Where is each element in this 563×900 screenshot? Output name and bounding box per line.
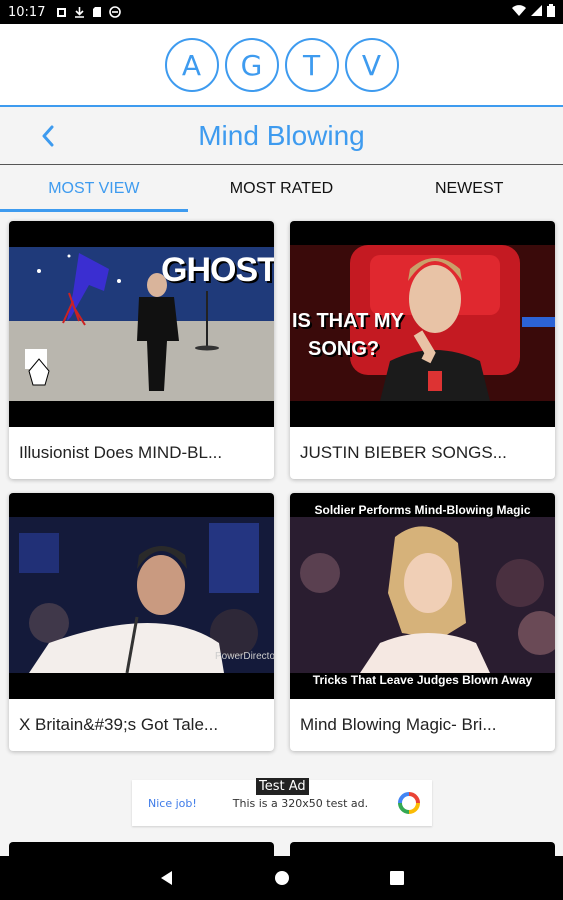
- logo-letter-v: V: [344, 38, 399, 92]
- ad-label: Test Ad: [256, 778, 309, 795]
- tab-bar: MOST VIEW MOST RATED NEWEST: [0, 166, 563, 212]
- ad-banner[interactable]: Nice job! This is a 320x50 test ad. Test…: [132, 778, 432, 826]
- tab-newest[interactable]: NEWEST: [375, 166, 563, 212]
- tab-most-view[interactable]: MOST VIEW: [0, 166, 188, 212]
- video-title[interactable]: JUSTIN BIEBER SONGS...: [290, 427, 555, 479]
- status-time: 10:17: [8, 4, 46, 20]
- video-thumbnail[interactable]: PowerDirector: [9, 493, 274, 699]
- video-title[interactable]: Mind Blowing Magic- Bri...: [290, 699, 555, 751]
- video-thumbnail[interactable]: GHOST?: [9, 221, 274, 427]
- back-button[interactable]: [36, 121, 60, 151]
- cell-signal-icon: [531, 4, 542, 20]
- video-title[interactable]: X Britain&#39;s Got Tale...: [9, 699, 274, 751]
- thumbnail-watermark: PowerDirector: [215, 651, 274, 662]
- ad-body-text: This is a 320x50 test ad.: [232, 796, 369, 810]
- title-bar: Mind Blowing: [0, 107, 563, 165]
- logo-letter-t: T: [284, 38, 339, 92]
- video-card[interactable]: IS THAT MY SONG? JUSTIN BIEBER SONGS...: [290, 221, 555, 479]
- page-title: Mind Blowing: [198, 119, 365, 151]
- chevron-left-icon: [42, 125, 54, 147]
- sync-icon: [109, 6, 122, 18]
- app-logo: A G T V: [0, 24, 563, 106]
- nav-back-icon[interactable]: [160, 870, 174, 886]
- nav-home-icon[interactable]: [274, 870, 290, 886]
- thumbnail-caption-top: Soldier Performs Mind-Blowing Magic: [314, 503, 531, 517]
- video-card[interactable]: GHOST? Illusionist Does MIND-BL...: [9, 221, 274, 479]
- system-nav-bar: [0, 856, 563, 900]
- download-icon: [73, 6, 85, 18]
- thumbnail-caption-line: IS THAT MY: [292, 310, 404, 332]
- tab-most-rated[interactable]: MOST RATED: [188, 166, 376, 212]
- video-card[interactable]: Soldier Performs Mind-Blowing Magic Tric…: [290, 493, 555, 751]
- ad-nice-text: Nice job!: [148, 796, 197, 810]
- video-card[interactable]: PowerDirector X Britain&#39;s Got Tale..…: [9, 493, 274, 751]
- ad-logo-icon: [398, 792, 420, 814]
- sd-card-icon: [91, 6, 103, 18]
- status-bar: 10:17: [0, 0, 563, 24]
- video-thumbnail[interactable]: Soldier Performs Mind-Blowing Magic Tric…: [290, 493, 555, 699]
- wifi-icon: [512, 4, 526, 20]
- thumbnail-caption-line: SONG?: [308, 338, 380, 360]
- thumbnail-caption: IS THAT MY SONG?: [292, 307, 404, 363]
- thumbnail-caption: GHOST?: [161, 251, 274, 289]
- video-thumbnail[interactable]: IS THAT MY SONG?: [290, 221, 555, 427]
- battery-icon: [547, 3, 555, 21]
- thumbnail-caption-bottom: Tricks That Leave Judges Blown Away: [312, 673, 533, 687]
- nav-recents-icon[interactable]: [389, 871, 404, 885]
- logo-letter-g: G: [224, 38, 279, 92]
- logo-letter-a: A: [164, 38, 219, 92]
- notification-icon: [55, 6, 67, 18]
- video-title[interactable]: Illusionist Does MIND-BL...: [9, 427, 274, 479]
